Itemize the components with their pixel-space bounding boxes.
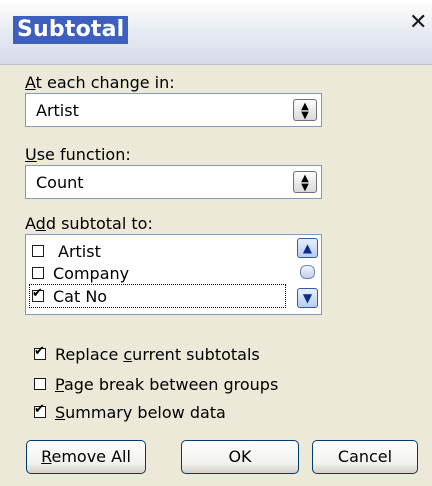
summary-below-checkbox[interactable]: [34, 402, 46, 418]
cancel-button[interactable]: Cancel: [312, 440, 418, 474]
replace-subtotals-label: Replace current subtotals: [55, 344, 260, 364]
page-break-option[interactable]: Page break between groups: [34, 373, 278, 395]
list-item[interactable]: Cat No: [29, 284, 286, 308]
summary-below-option[interactable]: Summary below data: [34, 401, 226, 423]
title-bar: Subtotal ✕: [0, 0, 432, 65]
subtotal-dialog: Subtotal ✕ At each change in: Artist ▲ ▼ …: [0, 0, 432, 486]
checkbox-cat-no[interactable]: [32, 286, 44, 302]
function-select-value: Count: [36, 173, 84, 192]
subtotal-list-label: Add subtotal to:: [25, 214, 153, 233]
remove-all-button[interactable]: Remove All: [26, 440, 146, 474]
list-scrollbar[interactable]: ▲ ▼: [297, 238, 319, 311]
checkbox-company[interactable]: [32, 267, 44, 279]
list-item-label: Cat No: [53, 286, 108, 306]
scroll-down-icon[interactable]: ▼: [297, 288, 318, 308]
close-icon[interactable]: ✕: [409, 12, 427, 34]
subtotal-listbox[interactable]: Artist Company Cat No ▲ ▼: [25, 234, 322, 315]
change-select[interactable]: Artist ▲ ▼: [25, 93, 322, 127]
page-break-checkbox[interactable]: [34, 378, 46, 390]
dialog-title: Subtotal: [13, 16, 129, 44]
function-select[interactable]: Count ▲ ▼: [25, 165, 322, 199]
summary-below-label: Summary below data: [55, 402, 226, 422]
scroll-thumb[interactable]: [300, 265, 315, 279]
list-item-label: Artist: [58, 241, 101, 261]
spin-arrows-icon[interactable]: ▲ ▼: [293, 171, 317, 193]
scroll-up-icon[interactable]: ▲: [297, 238, 318, 258]
change-label: At each change in:: [25, 73, 175, 92]
list-item-label: Company: [53, 263, 130, 283]
checkbox-artist[interactable]: [32, 245, 44, 257]
replace-subtotals-option[interactable]: Replace current subtotals: [34, 343, 260, 365]
function-label: Use function:: [25, 145, 131, 164]
change-select-value: Artist: [36, 101, 79, 120]
list-item[interactable]: Artist: [32, 240, 282, 262]
list-item[interactable]: Company: [32, 262, 282, 284]
spin-arrows-icon[interactable]: ▲ ▼: [293, 99, 317, 121]
page-break-label: Page break between groups: [55, 374, 279, 394]
ok-button[interactable]: OK: [181, 440, 299, 474]
replace-subtotals-checkbox[interactable]: [34, 344, 46, 360]
